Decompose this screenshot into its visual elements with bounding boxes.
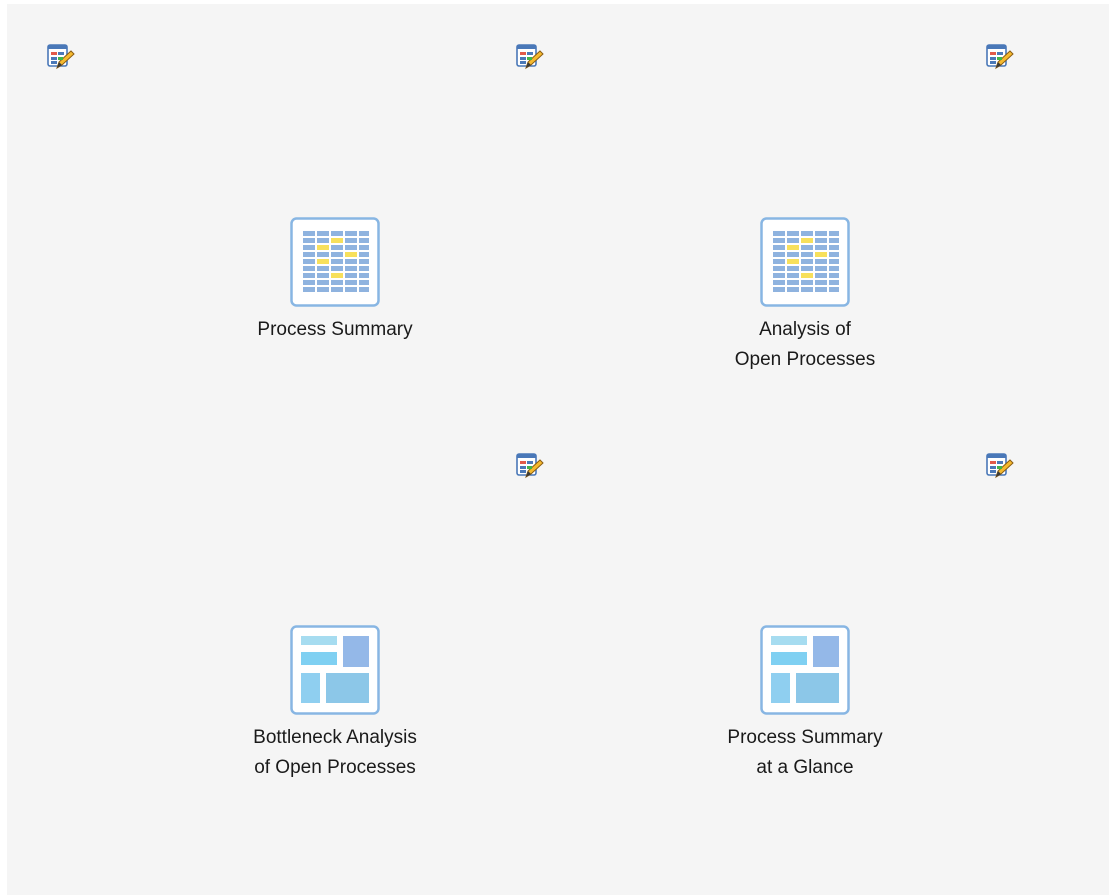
report-canvas: Process Summary Analysis of Open Process… bbox=[7, 4, 1109, 895]
dashboard-layout-icon bbox=[760, 625, 850, 715]
report-tile-process-summary-glance[interactable]: Process Summary at a Glance bbox=[685, 625, 925, 783]
edit-report-icon[interactable] bbox=[514, 42, 544, 72]
report-tile-label: Analysis of Open Processes bbox=[734, 319, 876, 370]
report-tile-process-summary[interactable]: Process Summary bbox=[215, 217, 455, 345]
edit-report-icon[interactable] bbox=[984, 451, 1014, 481]
report-tile-label: Bottleneck Analysis of Open Processes bbox=[253, 727, 417, 778]
edit-report-icon[interactable] bbox=[45, 42, 75, 72]
report-tile-analysis-open-processes[interactable]: Analysis of Open Processes bbox=[685, 217, 925, 375]
report-tile-label: Process Summary at a Glance bbox=[727, 727, 883, 778]
report-tile-label: Process Summary bbox=[257, 319, 413, 340]
report-tile-bottleneck-analysis[interactable]: Bottleneck Analysis of Open Processes bbox=[215, 625, 455, 783]
edit-report-icon[interactable] bbox=[514, 451, 544, 481]
table-report-icon bbox=[290, 217, 380, 307]
dashboard-layout-icon bbox=[290, 625, 380, 715]
edit-report-icon[interactable] bbox=[984, 42, 1014, 72]
table-report-icon bbox=[760, 217, 850, 307]
